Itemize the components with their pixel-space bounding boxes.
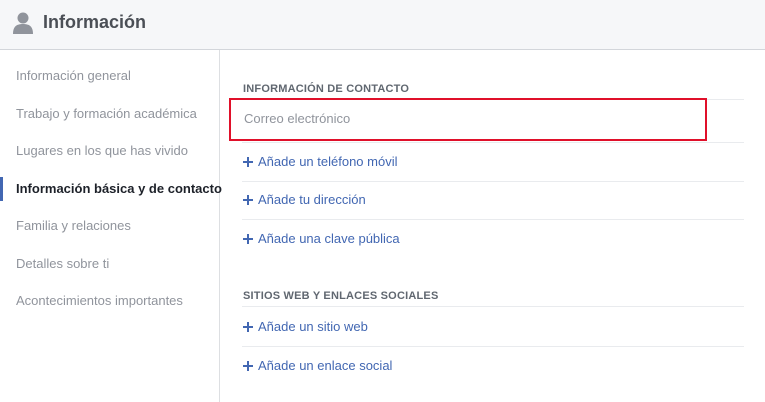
plus-icon: [243, 234, 253, 244]
page-header: Información: [0, 0, 765, 50]
user-icon: [13, 12, 33, 34]
sidebar-item-work-education[interactable]: Trabajo y formación académica: [0, 102, 219, 126]
divider: [242, 346, 744, 347]
add-website-label: Añade un sitio web: [258, 319, 368, 334]
plus-icon: [243, 361, 253, 371]
add-mobile-phone-link[interactable]: Añade un teléfono móvil: [243, 154, 397, 170]
websites-section-title: SITIOS WEB Y ENLACES SOCIALES: [243, 290, 439, 302]
add-social-link[interactable]: Añade un enlace social: [243, 358, 392, 374]
sidebar-item-family[interactable]: Familia y relaciones: [0, 214, 219, 238]
add-address-link[interactable]: Añade tu dirección: [243, 192, 366, 208]
divider: [242, 219, 744, 220]
main-content: INFORMACIÓN DE CONTACTO Correo electróni…: [221, 50, 765, 402]
sidebar-item-contact-basic-info[interactable]: Información básica y de contacto: [0, 177, 222, 201]
page-title: Información: [43, 12, 147, 32]
sidebar: Información general Trabajo y formación …: [0, 50, 222, 402]
sidebar-item-places-lived[interactable]: Lugares en los que has vivido: [0, 139, 219, 163]
plus-icon: [243, 322, 253, 332]
email-label: Correo electrónico: [244, 111, 351, 126]
add-address-label: Añade tu dirección: [258, 192, 366, 207]
sidebar-item-general-info[interactable]: Información general: [0, 64, 219, 88]
add-public-key-label: Añade una clave pública: [258, 231, 400, 246]
add-public-key-link[interactable]: Añade una clave pública: [243, 231, 400, 247]
email-row[interactable]: Correo electrónico: [229, 98, 707, 141]
plus-icon: [243, 195, 253, 205]
divider: [242, 306, 744, 307]
plus-icon: [243, 157, 253, 167]
divider: [242, 142, 744, 143]
add-website-link[interactable]: Añade un sitio web: [243, 319, 368, 335]
sidebar-item-life-events[interactable]: Acontecimientos importantes: [0, 289, 219, 313]
add-social-label: Añade un enlace social: [258, 358, 393, 373]
sidebar-item-details[interactable]: Detalles sobre ti: [0, 252, 219, 276]
add-mobile-phone-label: Añade un teléfono móvil: [258, 154, 398, 169]
contact-section-title: INFORMACIÓN DE CONTACTO: [243, 83, 410, 95]
divider: [242, 181, 744, 182]
